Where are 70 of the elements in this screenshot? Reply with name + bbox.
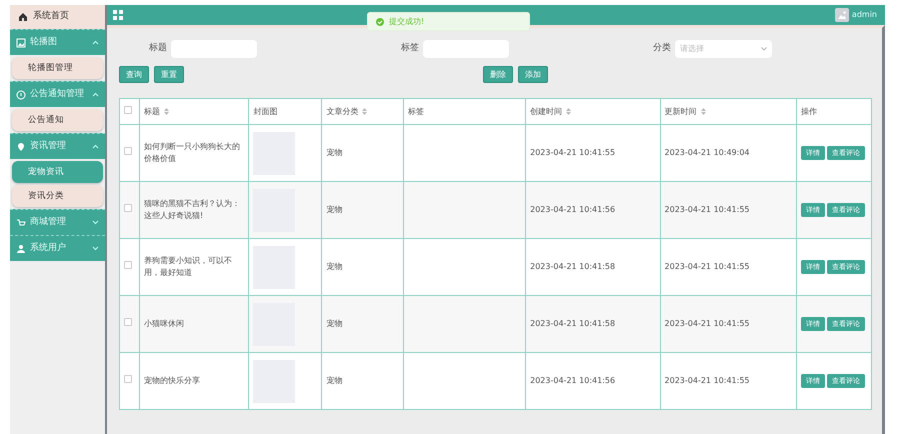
action-button[interactable]: 删除 (483, 66, 513, 83)
search-button[interactable]: 重置 (154, 66, 184, 83)
column-header[interactable]: 创建时间 (530, 106, 562, 116)
grid-icon[interactable] (113, 10, 123, 20)
check-circle-icon (376, 18, 384, 26)
sidebar-group-label: 轮播图 (30, 36, 58, 49)
sidebar-subitem[interactable]: 宠物资讯 (12, 161, 103, 183)
filter-label: 标题 (149, 42, 167, 56)
row-checkbox[interactable] (124, 261, 132, 269)
sidebar-group[interactable]: 公告通知管理 (10, 81, 105, 107)
column-header[interactable]: 文章分类 (326, 106, 358, 116)
filter-label: 分类 (653, 42, 671, 56)
sidebar-group-label: 系统用户 (30, 242, 67, 255)
created-time-cell: 2023-04-21 10:41:56 (526, 182, 660, 238)
toast-message: 提交成功! (389, 16, 424, 28)
sidebar-group-label: 资讯管理 (30, 140, 67, 153)
sidebar-group-label: 商城管理 (30, 216, 67, 229)
sidebar-group[interactable]: 轮播图 (10, 29, 105, 55)
row-checkbox[interactable] (124, 375, 132, 383)
updated-time-cell: 2023-04-21 10:41:55 (660, 296, 796, 352)
location-pin-icon (16, 142, 26, 152)
chevron-down-icon (761, 47, 767, 51)
chevron-down-icon (92, 246, 99, 251)
image-icon (16, 38, 26, 48)
row-checkbox[interactable] (124, 318, 132, 326)
chevron-down-icon (92, 220, 99, 225)
sidebar-subitem[interactable]: 资讯分类 (12, 185, 103, 207)
select-field[interactable]: 请选择 (675, 40, 772, 58)
created-time-cell: 2023-04-21 10:41:56 (526, 352, 660, 410)
updated-time-cell: 2023-04-21 10:41:55 (660, 182, 796, 238)
sort-icon[interactable] (566, 108, 572, 115)
sidebar-group[interactable]: 系统用户 (10, 235, 105, 261)
title-cell: 猫咪的黑猫不吉利？认为：这些人好奇说猫! (139, 182, 249, 238)
filter-label: 标签 (401, 42, 419, 56)
chevron-up-icon (92, 92, 99, 97)
category-cell: 宠物 (322, 352, 404, 410)
action-button[interactable]: 添加 (518, 66, 548, 83)
category-cell: 宠物 (322, 182, 404, 238)
sidebar-subitem[interactable]: 公告通知 (12, 109, 103, 131)
info-icon (16, 90, 26, 100)
column-header: 操作 (800, 106, 817, 116)
sidebar-group[interactable]: 资讯管理 (10, 133, 105, 159)
sort-icon[interactable] (362, 108, 368, 115)
sort-icon[interactable] (700, 108, 706, 115)
sort-icon[interactable] (164, 108, 169, 115)
sidebar-group-label: 公告通知管理 (30, 88, 85, 101)
chevron-up-icon (92, 40, 99, 45)
user-name[interactable]: admin (852, 9, 877, 21)
sidebar-group[interactable]: 商城管理 (10, 209, 105, 235)
select-all-checkbox[interactable] (124, 106, 132, 114)
updated-time-cell: 2023-04-21 10:41:55 (660, 352, 796, 410)
cart-icon (16, 218, 26, 228)
title-cell: 宠物的快乐分享 (139, 352, 249, 410)
column-header: 标签 (408, 106, 424, 116)
column-header[interactable]: 更新时间 (664, 106, 697, 116)
sidebar-subitem[interactable]: 轮播图管理 (12, 57, 103, 79)
chevron-up-icon (92, 144, 99, 149)
sidebar-item[interactable]: 系统首页 (10, 5, 105, 29)
category-cell: 宠物 (322, 296, 404, 352)
title-cell: 小猫咪休闲 (139, 296, 249, 352)
column-header: 封面图 (253, 106, 278, 116)
avatar-icon[interactable] (835, 8, 850, 22)
row-checkbox[interactable] (124, 204, 132, 212)
row-checkbox[interactable] (124, 147, 132, 155)
search-button[interactable]: 查询 (119, 66, 149, 83)
sidebar-item-label: 系统首页 (33, 10, 69, 24)
column-header[interactable]: 标题 (144, 106, 160, 116)
user-icon (16, 244, 26, 254)
home-icon (18, 12, 28, 22)
created-time-cell: 2023-04-21 10:41:58 (526, 296, 660, 352)
